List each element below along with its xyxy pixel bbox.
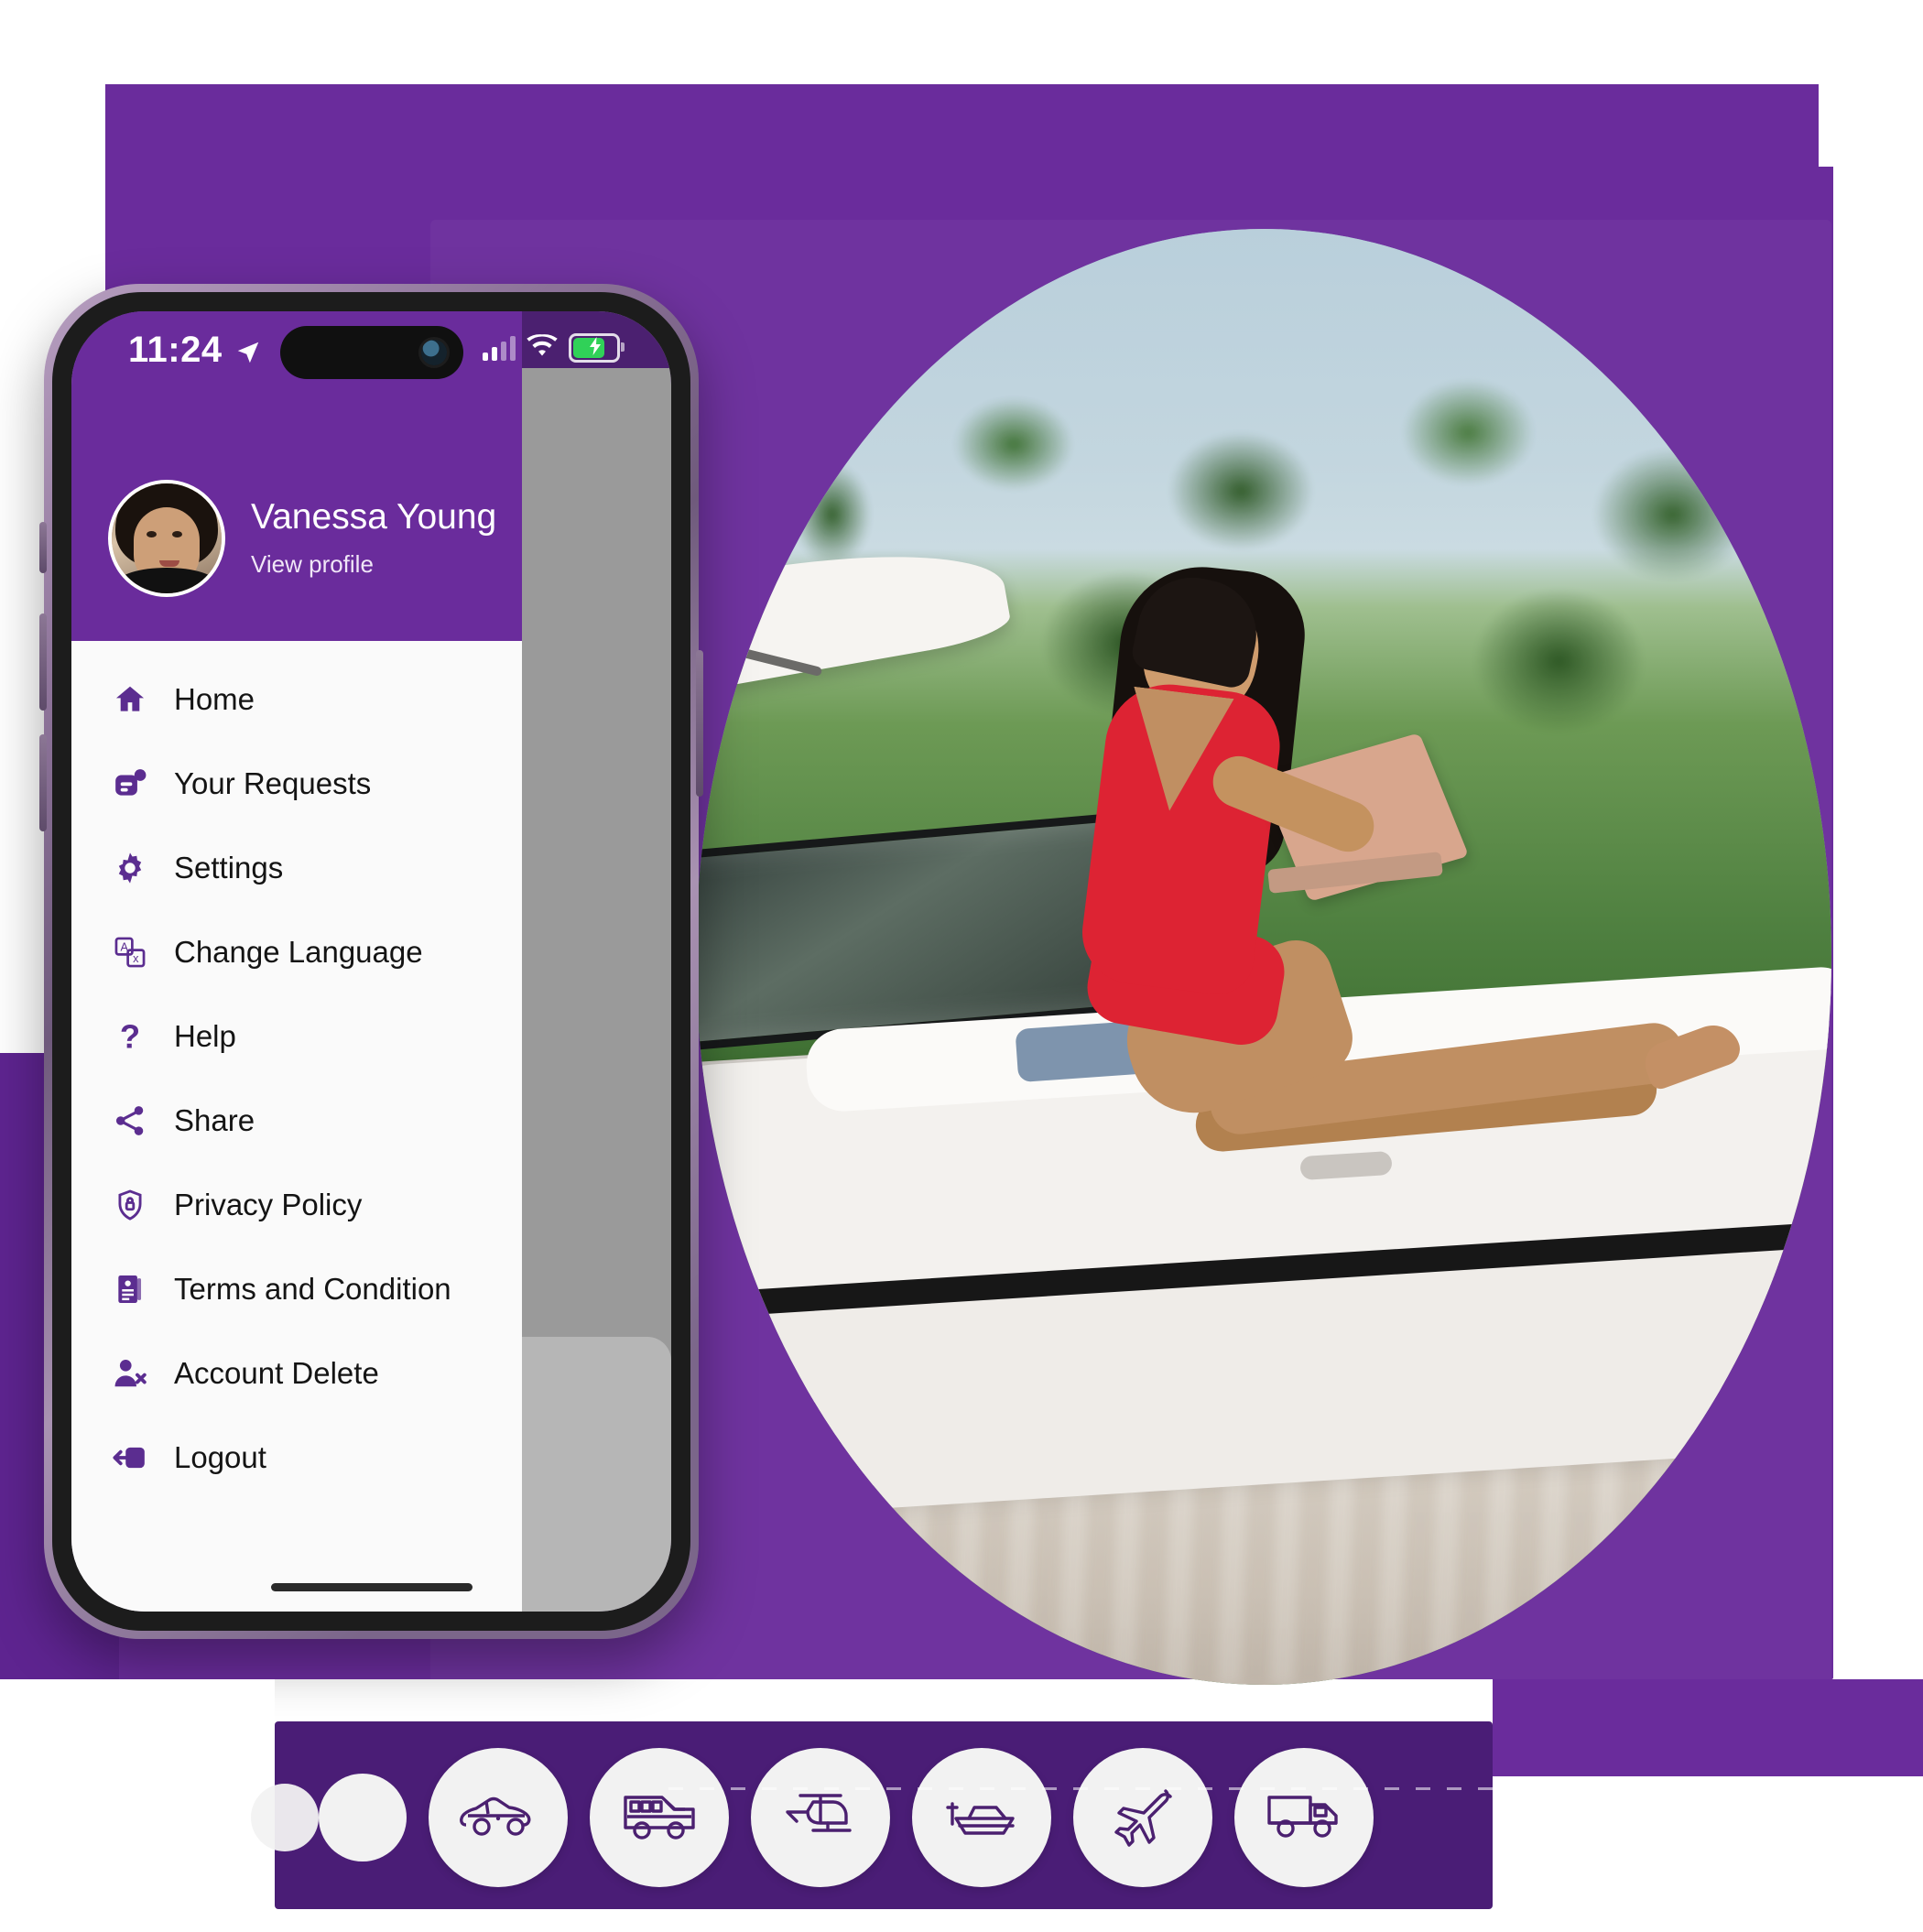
phone-volume-down-button[interactable] [39,734,47,831]
avatar-eye-left [147,531,157,537]
phone-mockup: AFFOLTERN SEE HÖNGG OERL WIPKINGEN LETTE… [39,284,703,1639]
transport-item-boat[interactable] [912,1748,1051,1887]
truck-icon [1265,1790,1343,1846]
menu-item-share[interactable]: Share [71,1079,522,1163]
rail-dot [319,1774,407,1861]
page-root: AFFOLTERN SEE HÖNGG OERL WIPKINGEN LETTE… [0,0,1923,1932]
transport-item-van[interactable] [590,1748,729,1887]
menu-label: Settings [174,851,284,885]
svg-text:?: ? [120,1019,140,1054]
profile-block[interactable]: Vanessa Young View profile [108,480,496,597]
location-arrow-icon [234,339,262,371]
background-notch-top-right [1819,84,1923,167]
status-time: 11:24 [128,330,223,370]
car-icon [459,1790,538,1846]
user-delete-icon [106,1356,154,1391]
profile-text: Vanessa Young View profile [251,497,497,579]
transport-item-truck[interactable] [1234,1748,1374,1887]
phone-mute-switch[interactable] [39,522,47,573]
front-camera-icon [420,340,447,365]
menu-item-settings[interactable]: Settings [71,826,522,910]
shield-lock-icon [106,1188,154,1222]
menu-label: Logout [174,1440,266,1474]
status-indicators [483,333,625,363]
avatar-mouth [159,560,179,567]
menu-label: Your Requests [174,766,372,800]
phone-volume-up-button[interactable] [39,613,47,711]
rail-dot-small [251,1784,319,1851]
question-mark-icon: ? [106,1019,154,1054]
wifi-icon [527,333,558,363]
avatar-eye-right [172,531,182,537]
boat-icon [941,1791,1022,1845]
menu-label: Change Language [174,935,423,969]
phone-power-button[interactable] [696,650,703,797]
menu-label: Privacy Policy [174,1188,363,1221]
transport-item-car[interactable] [429,1748,568,1887]
battery-charging-icon [569,333,625,363]
view-profile-link[interactable]: View profile [251,550,496,579]
profile-name: Vanessa Young [251,497,497,537]
document-terms-icon [106,1272,154,1307]
van-icon [620,1788,699,1848]
navigation-drawer: Vanessa Young View profile Home Your Req… [71,311,522,1612]
helicopter-icon [780,1788,861,1848]
menu-label: Terms and Condition [174,1272,451,1306]
menu-item-change-language[interactable]: A x Change Language [71,910,522,994]
rail-dashed-line [668,1787,1676,1790]
home-icon [106,682,154,717]
menu-item-terms-and-condition[interactable]: Terms and Condition [71,1247,522,1331]
menu-item-help[interactable]: ? Help [71,994,522,1079]
avatar-shoulders [117,568,216,593]
svg-text:A: A [120,940,128,953]
status-bar: 11:24 [71,311,671,396]
home-indicator[interactable] [270,1583,473,1591]
drawer-body: Home Your Requests Settings A x Change L… [71,641,522,1612]
translate-icon: A x [106,935,154,970]
transport-icon-rail [251,1731,1676,1905]
logout-icon [106,1440,154,1475]
transport-item-helicopter[interactable] [751,1748,890,1887]
requests-icon [106,766,154,801]
avatar[interactable] [108,480,225,597]
menu-item-logout[interactable]: Logout [71,1416,522,1500]
background-bottom-left-cutout [0,1679,275,1927]
menu-item-home[interactable]: Home [71,657,522,742]
gear-icon [106,851,154,885]
menu-item-account-delete[interactable]: Account Delete [71,1331,522,1416]
menu-label: Share [174,1103,255,1137]
menu-label: Account Delete [174,1356,379,1390]
menu-item-your-requests[interactable]: Your Requests [71,742,522,826]
background-notch-right [1833,167,1923,396]
dynamic-island [279,326,463,379]
cellular-signal-icon [483,335,516,361]
background-bottom-right-cutout [1493,1776,1923,1932]
menu-item-privacy-policy[interactable]: Privacy Policy [71,1163,522,1247]
share-icon [106,1103,154,1138]
menu-label: Home [174,682,255,716]
hero-photo-oval [696,229,1831,1685]
phone-screen: AFFOLTERN SEE HÖNGG OERL WIPKINGEN LETTE… [71,311,671,1612]
drawer-menu: Home Your Requests Settings A x Change L… [71,657,522,1500]
background-bottom-right-fill [1493,1679,1923,1776]
transport-item-airplane[interactable] [1073,1748,1212,1887]
menu-label: Help [174,1019,236,1053]
svg-text:x: x [133,952,139,965]
